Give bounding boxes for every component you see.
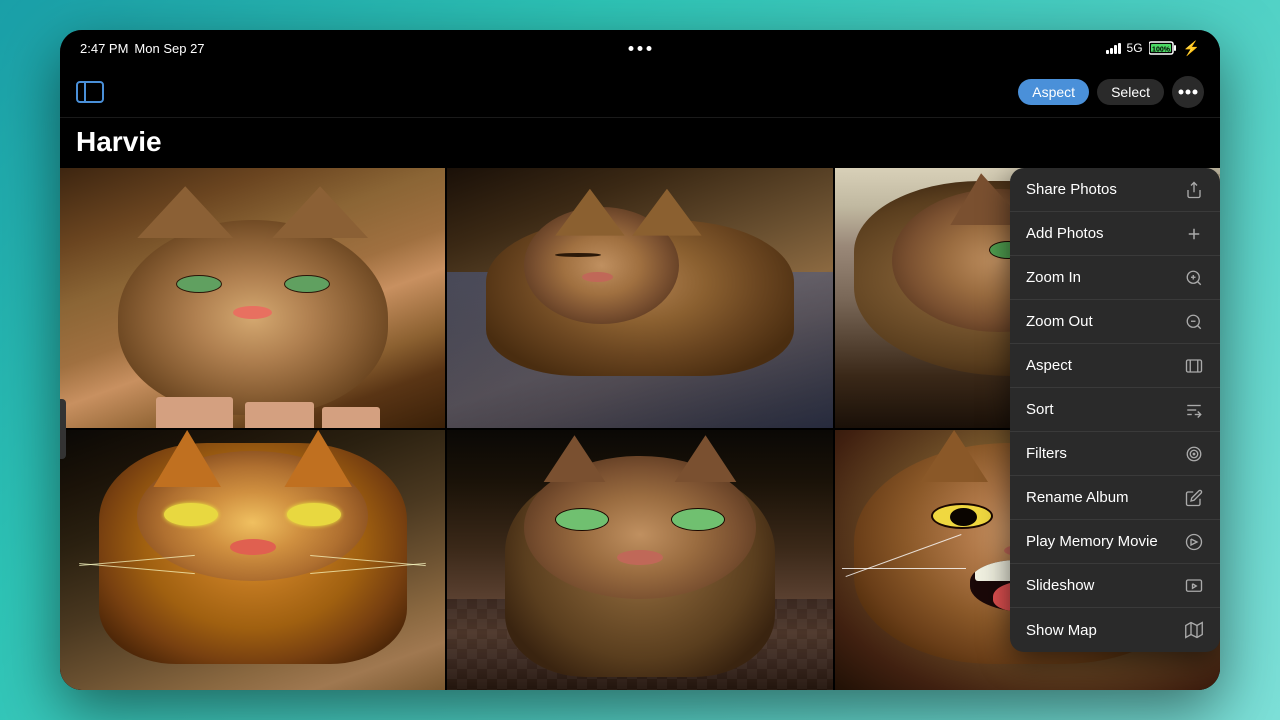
sort-label: Sort [1026,401,1184,418]
aspect-label: Aspect [1026,357,1184,374]
status-bar: 2:47 PM Mon Sep 27 5G 100% ⚡ [60,30,1220,66]
signal-bar-4 [1118,43,1121,54]
show-map-label: Show Map [1026,622,1184,639]
filters-label: Filters [1026,445,1184,462]
map-icon [1184,620,1204,640]
menu-item-play-memory-movie[interactable]: Play Memory Movie [1010,520,1220,564]
date-display: Mon Sep 27 [134,41,204,56]
rename-album-label: Rename Album [1026,489,1184,506]
photo-cell-5[interactable] [447,430,832,690]
menu-item-filters[interactable]: Filters [1010,432,1220,476]
sidebar-edge-handle [60,399,66,459]
signal-bar-3 [1114,45,1117,54]
nav-bar: Aspect Select [60,66,1220,118]
play-memory-movie-label: Play Memory Movie [1026,533,1184,550]
pencil-icon [1184,488,1204,508]
photo-cell-4[interactable] [60,430,445,690]
photo-cell-2[interactable] [447,168,832,428]
signal-bars [1106,43,1121,54]
title-bar: Harvie [60,118,1220,168]
battery-charging-icon: ⚡ [1183,40,1200,57]
menu-item-rename-album[interactable]: Rename Album [1010,476,1220,520]
menu-item-add-photos[interactable]: Add Photos [1010,212,1220,256]
aspect-icon [1184,356,1204,376]
status-center [629,46,652,51]
photo-cell-1[interactable] [60,168,445,428]
tablet-frame: 2:47 PM Mon Sep 27 5G 100% ⚡ [60,30,1220,690]
dropdown-menu: Share Photos Add Photos [1010,168,1220,652]
status-right: 5G 100% ⚡ [1106,40,1200,57]
zoom-in-label: Zoom In [1026,269,1184,286]
nav-left [76,80,106,104]
main-content: Share Photos Add Photos [60,168,1220,690]
time-display: 2:47 PM [80,41,128,56]
svg-text:100%: 100% [1152,47,1171,54]
dot-1 [629,46,634,51]
slideshow-label: Slideshow [1026,577,1184,594]
slideshow-icon [1184,576,1204,596]
aspect-button[interactable]: Aspect [1018,79,1089,105]
share-photos-label: Share Photos [1026,181,1184,198]
menu-item-aspect[interactable]: Aspect [1010,344,1220,388]
menu-item-slideshow[interactable]: Slideshow [1010,564,1220,608]
network-label: 5G [1127,41,1143,55]
more-options-button[interactable] [1172,76,1204,108]
dot-3 [647,46,652,51]
zoom-in-icon [1184,268,1204,288]
zoom-out-icon [1184,312,1204,332]
album-title: Harvie [76,126,1204,158]
zoom-out-label: Zoom Out [1026,313,1184,330]
signal-bar-1 [1106,50,1109,54]
nav-right: Aspect Select [1018,76,1204,108]
add-photos-label: Add Photos [1026,225,1184,242]
dot-2 [638,46,643,51]
plus-icon [1184,224,1204,244]
signal-bar-2 [1110,48,1113,54]
more-dots-icon [1178,89,1198,95]
filters-icon [1184,444,1204,464]
sidebar-icon [76,81,104,103]
menu-item-zoom-in[interactable]: Zoom In [1010,256,1220,300]
menu-item-sort[interactable]: Sort [1010,388,1220,432]
menu-item-show-map[interactable]: Show Map [1010,608,1220,652]
sidebar-toggle-button[interactable] [76,80,106,104]
sort-icon [1184,400,1204,420]
select-button[interactable]: Select [1097,79,1164,105]
share-icon [1184,180,1204,200]
menu-item-share-photos[interactable]: Share Photos [1010,168,1220,212]
menu-item-zoom-out[interactable]: Zoom Out [1010,300,1220,344]
status-left: 2:47 PM Mon Sep 27 [80,41,205,56]
battery-icon: 100% [1149,41,1177,55]
play-memory-icon [1184,532,1204,552]
